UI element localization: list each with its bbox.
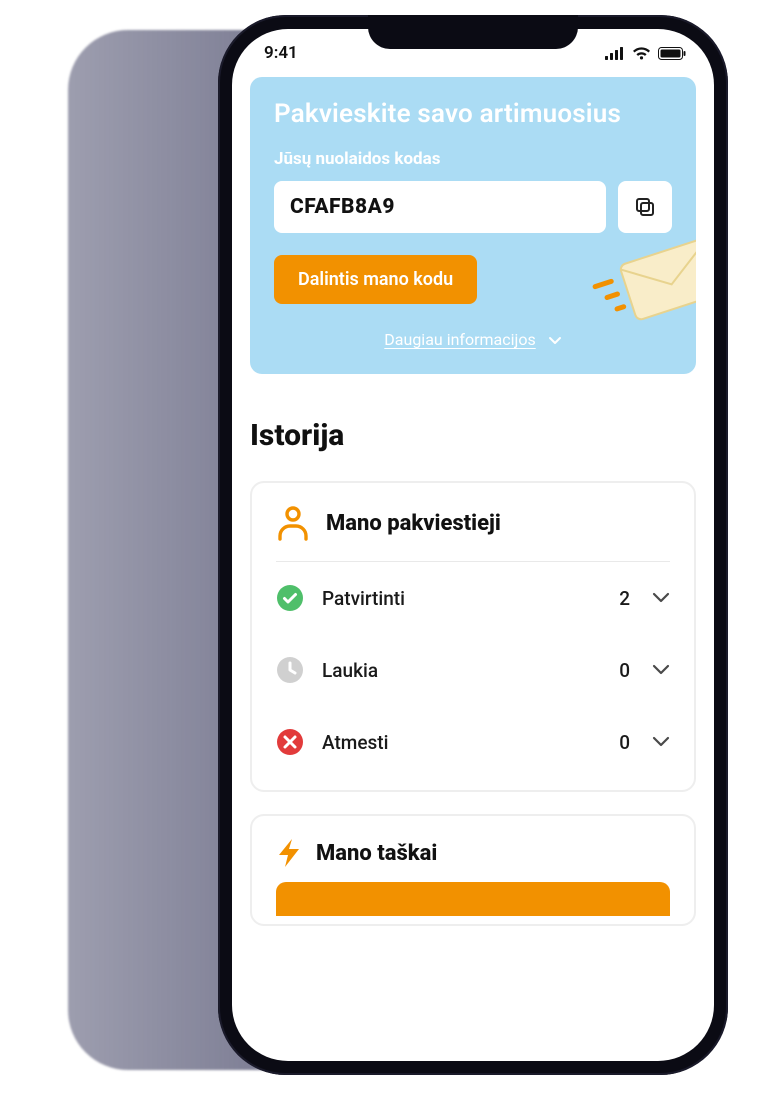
chevron-down-icon — [652, 664, 670, 676]
row-count: 2 — [619, 587, 630, 610]
row-count: 0 — [619, 659, 630, 682]
chevron-down-icon — [548, 336, 562, 346]
invite-card: Pakvieskite savo artimuosius Jūsų nuolai… — [250, 77, 696, 374]
phone-notch — [368, 15, 578, 49]
bolt-icon — [276, 838, 302, 868]
cellular-icon — [605, 47, 625, 60]
phone-frame: 9:41 Pakvieskite savo artimuosius Jūsų n… — [218, 15, 728, 1075]
check-circle-icon — [276, 584, 304, 612]
x-circle-icon — [276, 728, 304, 756]
row-label: Patvirtinti — [322, 587, 619, 610]
invite-subtitle: Jūsų nuolaidos kodas — [274, 149, 672, 169]
chevron-down-icon — [652, 736, 670, 748]
row-confirmed[interactable]: Patvirtinti 2 — [276, 562, 670, 634]
row-rejected[interactable]: Atmesti 0 — [276, 706, 670, 778]
invite-title: Pakvieskite savo artimuosius — [274, 99, 672, 129]
more-info-label: Daugiau informacijos — [384, 330, 535, 349]
chevron-down-icon — [652, 592, 670, 604]
status-icons — [605, 47, 686, 60]
discount-code: CFAFB8A9 — [274, 181, 606, 233]
row-label: Laukia — [322, 659, 619, 682]
battery-icon — [658, 47, 686, 60]
copy-icon — [633, 195, 657, 219]
points-bar — [276, 882, 670, 916]
invited-card: Mano pakviestieji Patvirtinti 2 — [250, 481, 696, 792]
points-card-title: Mano taškai — [316, 841, 437, 866]
points-card: Mano taškai — [250, 814, 696, 926]
invited-card-title: Mano pakviestieji — [326, 511, 501, 536]
clock-icon — [276, 656, 304, 684]
row-pending[interactable]: Laukia 0 — [276, 634, 670, 706]
row-count: 0 — [619, 731, 630, 754]
share-button[interactable]: Dalintis mano kodu — [274, 255, 477, 304]
user-icon — [276, 505, 310, 541]
row-label: Atmesti — [322, 731, 619, 754]
history-title: Istorija — [250, 418, 696, 453]
phone-screen: 9:41 Pakvieskite savo artimuosius Jūsų n… — [232, 29, 714, 1061]
status-time: 9:41 — [264, 43, 298, 63]
wifi-icon — [632, 47, 651, 60]
